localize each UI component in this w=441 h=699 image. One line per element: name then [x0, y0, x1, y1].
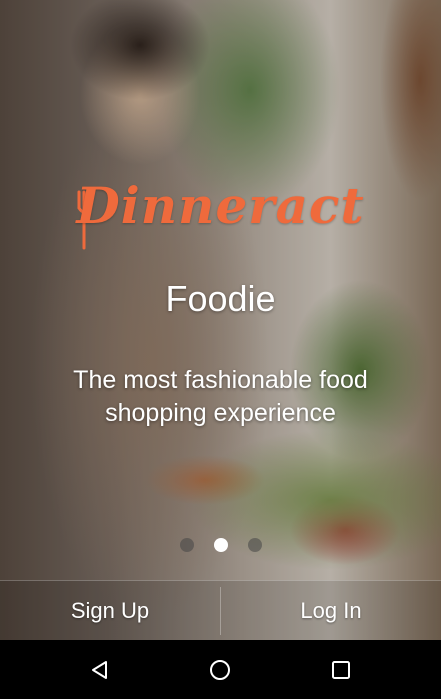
- app-logo: Dinneract: [76, 176, 365, 235]
- nav-recents-button[interactable]: [321, 650, 361, 690]
- recents-square-icon: [331, 660, 350, 679]
- auth-actions: Sign Up Log In: [0, 580, 441, 641]
- sign-up-button[interactable]: Sign Up: [0, 581, 220, 641]
- home-circle-icon: [210, 659, 231, 680]
- app-title: Foodie: [165, 278, 276, 319]
- tagline: The most fashionable food shopping exper…: [73, 366, 368, 427]
- page-indicator: [0, 536, 441, 554]
- welcome-screen: Dinneract Foodie The most fashionable fo…: [0, 0, 441, 699]
- page-dot-3[interactable]: [247, 538, 262, 552]
- system-nav-bar: [0, 640, 441, 699]
- page-dot-1[interactable]: [179, 538, 194, 552]
- nav-back-button[interactable]: [80, 650, 120, 690]
- page-dot-2-active[interactable]: [213, 538, 228, 552]
- nav-home-button[interactable]: [200, 650, 240, 690]
- back-triangle-icon: [92, 660, 108, 679]
- log-in-button[interactable]: Log In: [221, 581, 441, 641]
